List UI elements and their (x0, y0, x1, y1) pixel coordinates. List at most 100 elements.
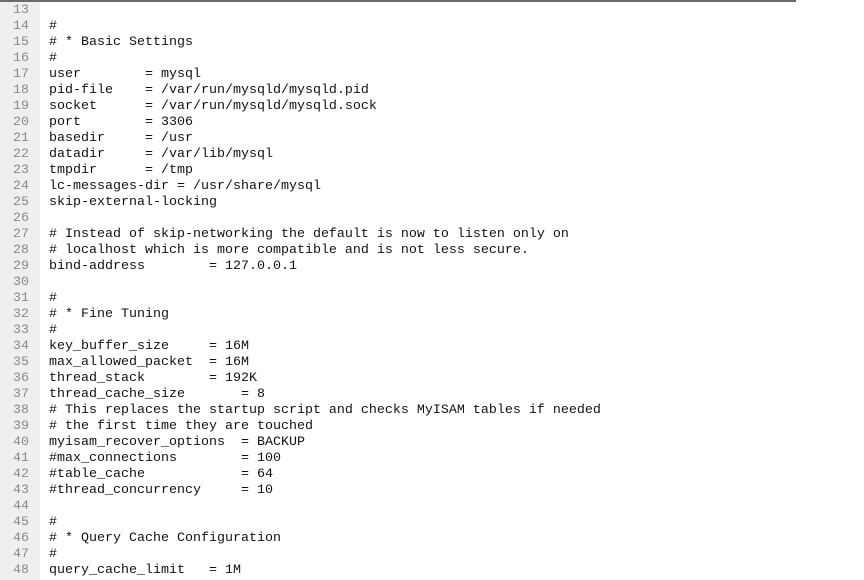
code-text: pid-file = /var/run/mysqld/mysqld.pid (49, 83, 369, 98)
code-text: max_allowed_packet = 16M (49, 355, 249, 370)
line-number: 42 (13, 467, 29, 482)
code-line[interactable]: 27 # Instead of skip-networking the defau… (0, 227, 569, 243)
code-text: # localhost which is more compatible and… (49, 243, 529, 258)
line-number: 36 (13, 371, 29, 386)
line-number: 18 (13, 83, 29, 98)
code-line[interactable]: 29 bind-address = 127.0.0.1 (0, 259, 297, 275)
line-number: 20 (13, 115, 29, 130)
code-text: #thread_concurrency = 10 (49, 483, 273, 498)
line-number: 24 (13, 179, 29, 194)
code-line[interactable]: 14 # (0, 19, 57, 35)
code-text: bind-address = 127.0.0.1 (49, 259, 297, 274)
line-number: 22 (13, 147, 29, 162)
code-text: thread_cache_size = 8 (49, 387, 265, 402)
code-line[interactable]: 23 tmpdir = /tmp (0, 163, 193, 179)
line-number: 14 (13, 19, 29, 34)
code-line[interactable]: 19 socket = /var/run/mysqld/mysqld.sock (0, 99, 377, 115)
line-number: 13 (13, 3, 29, 18)
line-number: 46 (13, 531, 29, 546)
code-line[interactable]: 32 # * Fine Tuning (0, 307, 169, 323)
line-number: 27 (13, 227, 29, 242)
code-text: # This replaces the startup script and c… (49, 403, 601, 418)
code-line[interactable]: 44 (0, 499, 29, 515)
code-text: key_buffer_size = 16M (49, 339, 249, 354)
line-number: 15 (13, 35, 29, 50)
code-text: # * Basic Settings (49, 35, 193, 50)
line-number: 39 (13, 419, 29, 434)
code-text: tmpdir = /tmp (49, 163, 193, 178)
code-text: thread_stack = 192K (49, 371, 257, 386)
code-line[interactable]: 31 # (0, 291, 57, 307)
code-line[interactable]: 22 datadir = /var/lib/mysql (0, 147, 273, 163)
code-text: lc-messages-dir = /usr/share/mysql (49, 179, 321, 194)
line-number: 30 (13, 275, 29, 290)
code-text: # (49, 291, 57, 306)
code-line[interactable]: 36 thread_stack = 192K (0, 371, 257, 387)
code-line[interactable]: 38 # This replaces the startup script and… (0, 403, 601, 419)
code-text: #max_connections = 100 (49, 451, 281, 466)
line-number: 16 (13, 51, 29, 66)
line-number: 23 (13, 163, 29, 178)
line-number: 44 (13, 499, 29, 514)
line-number: 41 (13, 451, 29, 466)
code-text: #table_cache = 64 (49, 467, 273, 482)
code-text: # * Query Cache Configuration (49, 531, 281, 546)
code-text: myisam_recover_options = BACKUP (49, 435, 305, 450)
line-number: 48 (13, 563, 29, 578)
code-line[interactable]: 28 # localhost which is more compatible a… (0, 243, 529, 259)
code-line[interactable]: 39 # the first time they are touched (0, 419, 313, 435)
code-line[interactable]: 33 # (0, 323, 57, 339)
code-line[interactable]: 45 # (0, 515, 57, 531)
line-number: 28 (13, 243, 29, 258)
code-line[interactable]: 42 #table_cache = 64 (0, 467, 273, 483)
code-line[interactable]: 18 pid-file = /var/run/mysqld/mysqld.pid (0, 83, 369, 99)
code-text: # (49, 547, 57, 562)
code-line[interactable]: 24 lc-messages-dir = /usr/share/mysql (0, 179, 321, 195)
line-number: 47 (13, 547, 29, 562)
line-number: 40 (13, 435, 29, 450)
line-number: 43 (13, 483, 29, 498)
line-number: 34 (13, 339, 29, 354)
code-text: user = mysql (49, 67, 201, 82)
code-text: datadir = /var/lib/mysql (49, 147, 273, 162)
code-line[interactable]: 48 query_cache_limit = 1M (0, 563, 241, 579)
code-line[interactable]: 20 port = 3306 (0, 115, 193, 131)
code-line[interactable]: 43 #thread_concurrency = 10 (0, 483, 273, 499)
code-text: query_cache_limit = 1M (49, 563, 241, 578)
code-line[interactable]: 13 (0, 3, 29, 19)
line-number: 38 (13, 403, 29, 418)
code-text: skip-external-locking (49, 195, 217, 210)
code-line[interactable]: 21 basedir = /usr (0, 131, 193, 147)
line-number: 29 (13, 259, 29, 274)
code-line[interactable]: 26 (0, 211, 29, 227)
line-number: 37 (13, 387, 29, 402)
code-text: # (49, 19, 57, 34)
line-number: 45 (13, 515, 29, 530)
code-line[interactable]: 30 (0, 275, 29, 291)
code-text: socket = /var/run/mysqld/mysqld.sock (49, 99, 377, 114)
code-lines[interactable]: 13 14 #15 # * Basic Settings 16 #17 user = mys… (0, 3, 601, 579)
code-text: # Instead of skip-networking the default… (49, 227, 569, 242)
line-number: 33 (13, 323, 29, 338)
code-line[interactable]: 35 max_allowed_packet = 16M (0, 355, 249, 371)
text-editor[interactable]: 13 14 #15 # * Basic Settings 16 #17 user = mys… (0, 0, 796, 580)
code-line[interactable]: 15 # * Basic Settings (0, 35, 193, 51)
code-line[interactable]: 41 #max_connections = 100 (0, 451, 281, 467)
code-line[interactable]: 46 # * Query Cache Configuration (0, 531, 281, 547)
code-line[interactable]: 16 # (0, 51, 57, 67)
line-number: 32 (13, 307, 29, 322)
line-number: 35 (13, 355, 29, 370)
code-text: basedir = /usr (49, 131, 193, 146)
code-line[interactable]: 40 myisam_recover_options = BACKUP (0, 435, 305, 451)
code-text: # the first time they are touched (49, 419, 313, 434)
code-line[interactable]: 37 thread_cache_size = 8 (0, 387, 265, 403)
code-line[interactable]: 17 user = mysql (0, 67, 201, 83)
line-number: 26 (13, 211, 29, 226)
line-number: 25 (13, 195, 29, 210)
line-number: 17 (13, 67, 29, 82)
code-line[interactable]: 25 skip-external-locking (0, 195, 217, 211)
code-text: # (49, 51, 57, 66)
code-line[interactable]: 47 # (0, 547, 57, 563)
code-text: port = 3306 (49, 115, 193, 130)
code-line[interactable]: 34 key_buffer_size = 16M (0, 339, 249, 355)
